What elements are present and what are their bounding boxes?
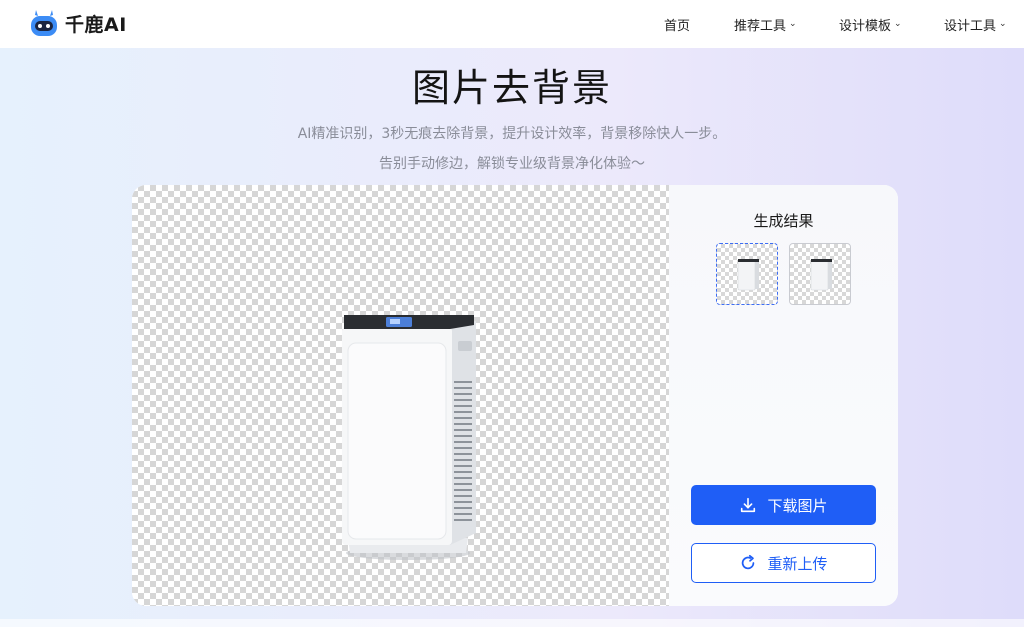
nav-templates-label: 设计模板 <box>839 18 892 34</box>
air-purifier-thumbnail-image <box>737 259 759 291</box>
nav-design-tools-label: 设计工具 <box>944 18 997 34</box>
result-panel: 生成结果 下载图片 重新上传 <box>669 185 898 606</box>
result-thumbnail-2[interactable] <box>789 243 851 305</box>
result-card: 生成结果 下载图片 重新上传 <box>132 185 898 606</box>
brand-name: 千鹿AI <box>65 13 127 36</box>
bottom-divider <box>0 619 1024 627</box>
air-purifier-thumbnail-image <box>810 259 832 291</box>
reupload-button[interactable]: 重新上传 <box>691 543 876 583</box>
nav-recommended-tools[interactable]: 推荐工具 ⌄ <box>734 0 797 48</box>
page-subtitle-2: 告别手动修边，解锁专业级背景净化体验～ <box>379 156 645 172</box>
chevron-down-icon: ⌄ <box>789 19 797 29</box>
download-label: 下载图片 <box>767 496 828 515</box>
logo-deer-icon <box>31 10 57 36</box>
download-icon <box>741 497 756 513</box>
nav-design-tools[interactable]: 设计工具 ⌄ <box>944 0 1007 48</box>
top-header: 千鹿AI 首页 推荐工具 ⌄ 设计模板 ⌄ 设计工具 ⌄ <box>0 0 1024 48</box>
chevron-down-icon: ⌄ <box>999 19 1007 29</box>
brand-logo[interactable]: 千鹿AI <box>28 7 127 39</box>
transparent-preview-canvas <box>132 185 669 606</box>
download-image-button[interactable]: 下载图片 <box>691 485 876 525</box>
result-title: 生成结果 <box>753 212 814 230</box>
nav-home[interactable]: 首页 <box>664 0 690 48</box>
chevron-down-icon: ⌄ <box>894 19 902 29</box>
page-subtitle-1: AI精准识别，3秒无痕去除背景，提升设计效率，背景移除快人一步。 <box>297 126 727 142</box>
nav-design-templates[interactable]: 设计模板 ⌄ <box>839 0 902 48</box>
nav-home-label: 首页 <box>664 18 691 34</box>
result-thumbnail-1[interactable] <box>716 243 778 305</box>
page-title: 图片去背景 <box>411 66 612 110</box>
reupload-label: 重新上传 <box>767 554 828 573</box>
refresh-icon <box>742 554 755 570</box>
air-purifier-image <box>342 315 476 560</box>
nav-recommended-label: 推荐工具 <box>734 18 787 34</box>
